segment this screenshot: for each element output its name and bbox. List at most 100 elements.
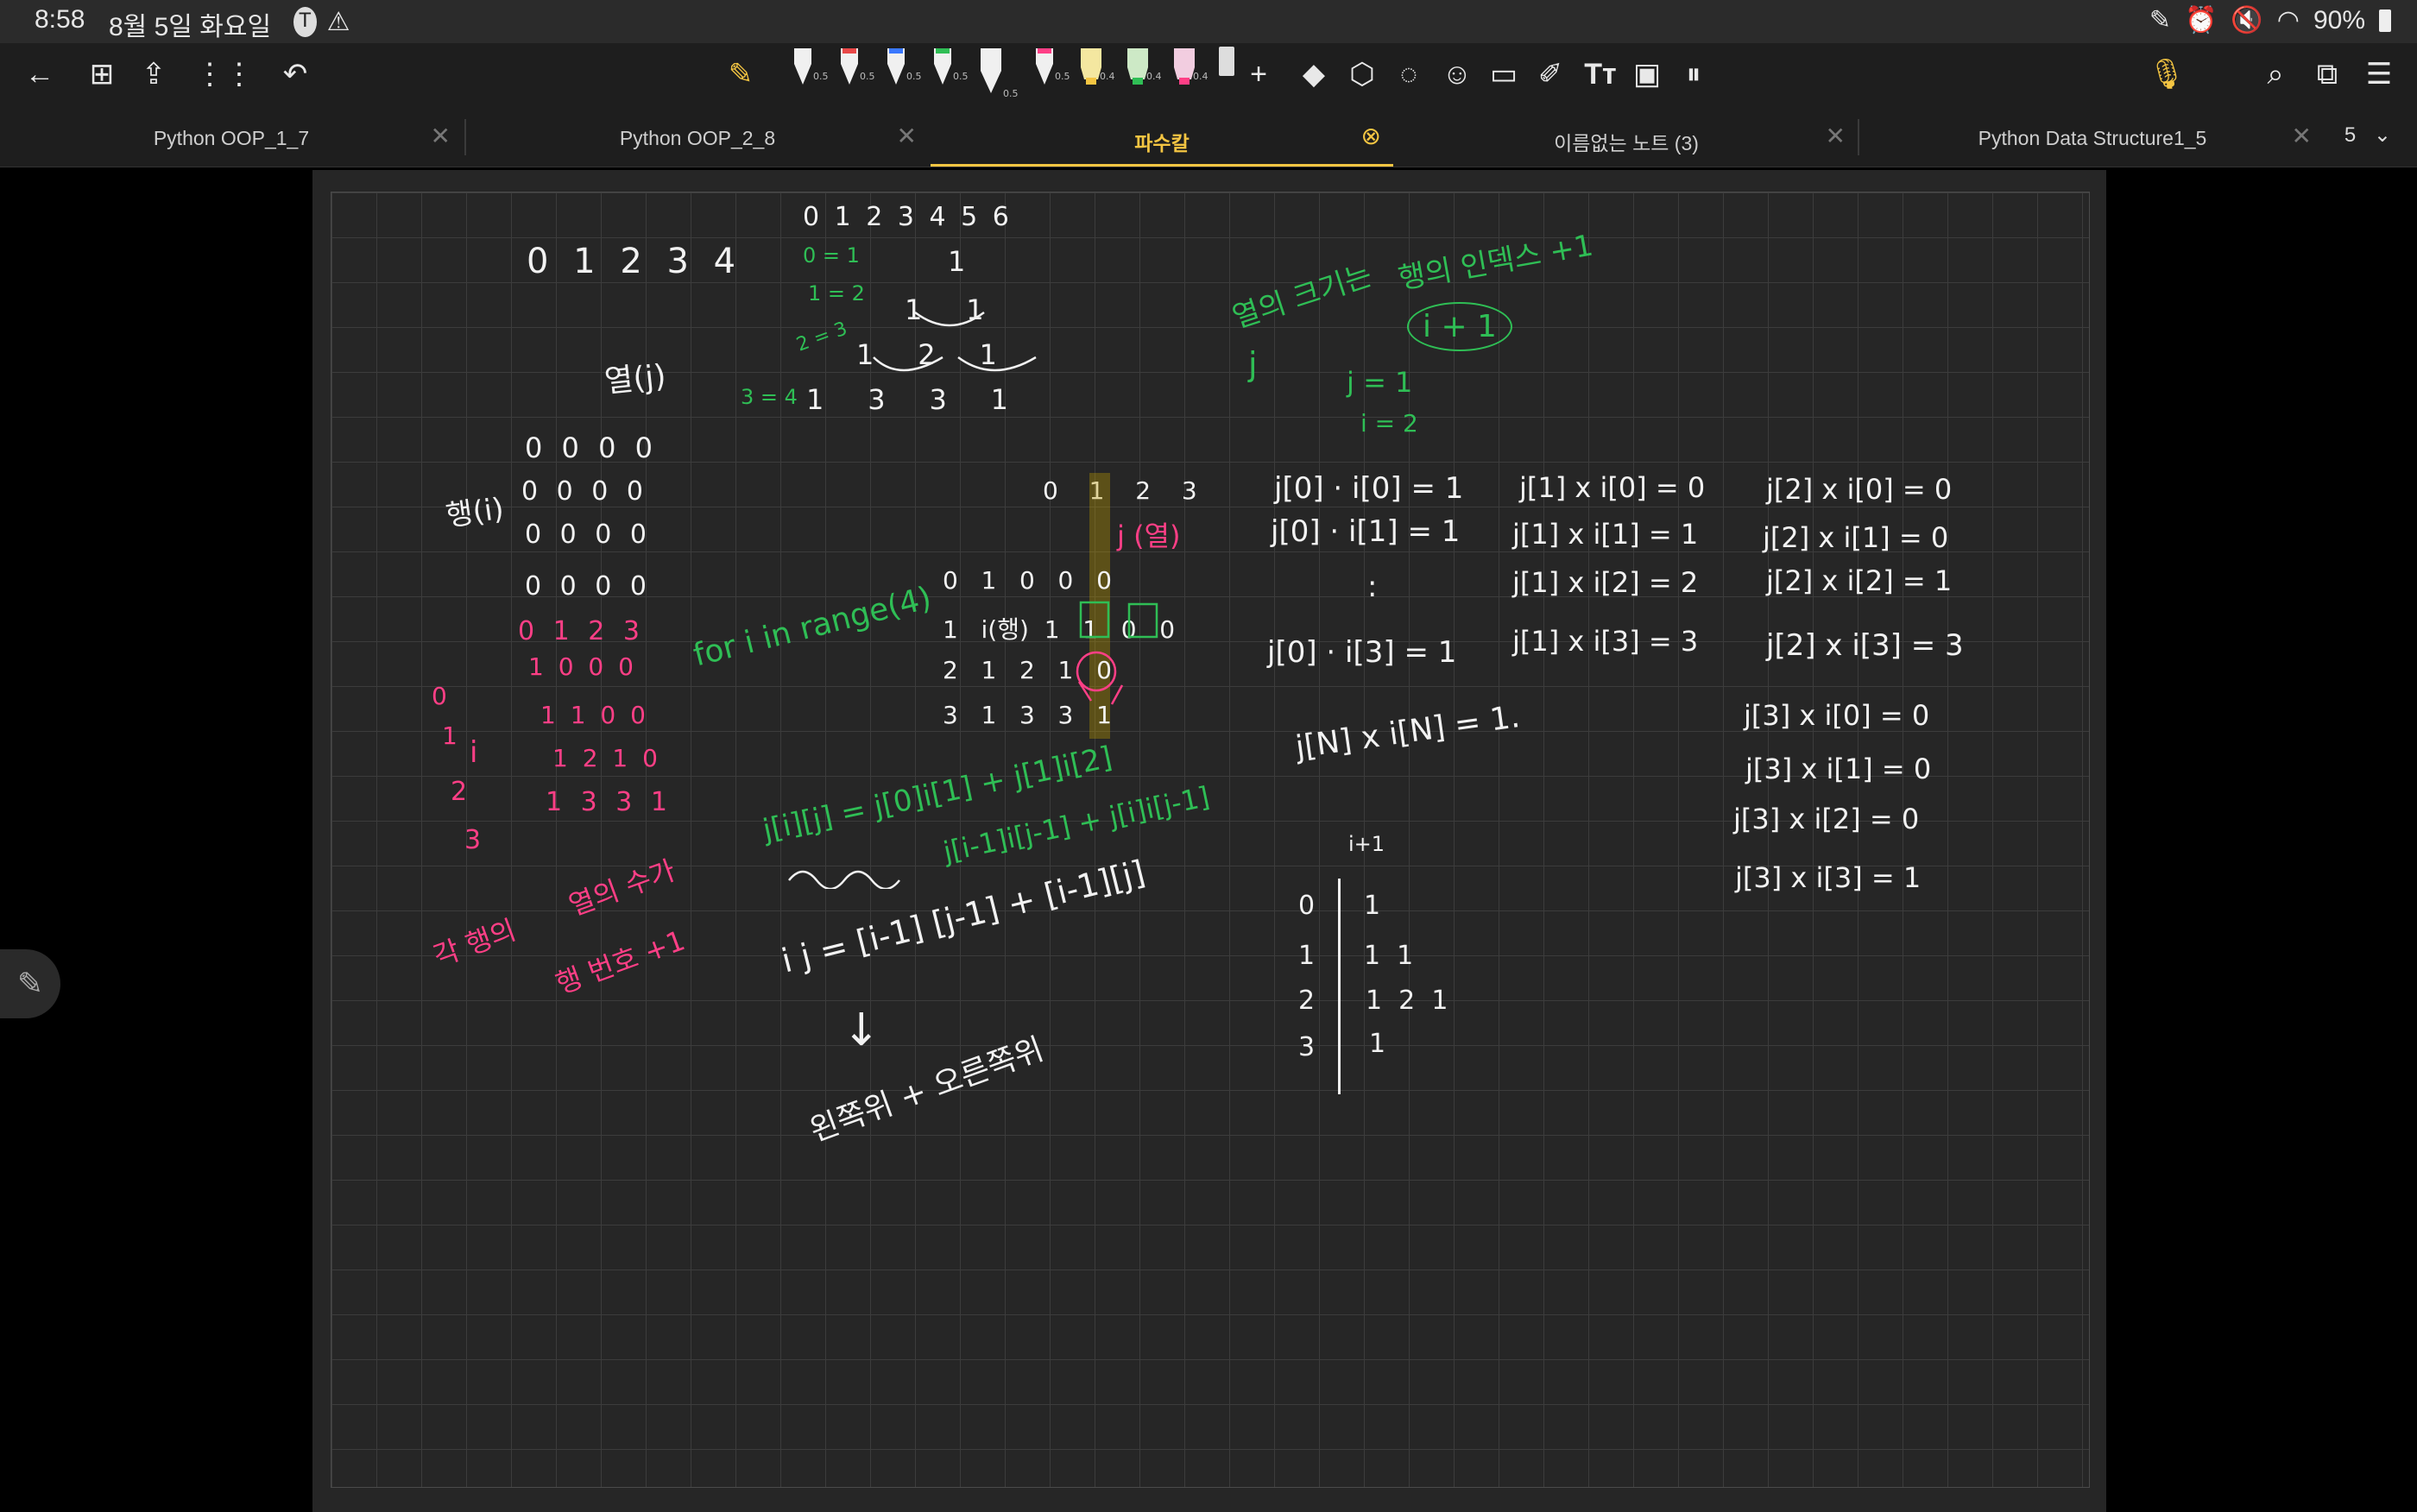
row-label-i: 행(i) (444, 491, 507, 534)
status-time: 8:58 (35, 5, 85, 34)
close-circle-icon[interactable]: ⊗ (1361, 122, 1381, 150)
eq-col1-2: : (1367, 570, 1378, 604)
down-arrow: ↓ (842, 1005, 880, 1056)
status-date: 8월 5일 화요일 (109, 13, 272, 41)
battery-icon (2379, 9, 2391, 32)
table-divider (1338, 879, 1341, 1094)
eq-col4-0: j[3] x i[0] = 0 (1744, 699, 1930, 732)
status-right: ✎ ⏰ 🔇 ◠ 90% (2149, 5, 2391, 35)
pen-size-3: 0.5 (906, 71, 922, 82)
tab-python-oop-2-8[interactable]: Python OOP_2_8 ✕ (466, 108, 929, 167)
pink-col-index: 0 1 2 3 (518, 616, 645, 646)
pink-row-2: 1 2 1 0 (552, 744, 661, 772)
apps-icon[interactable]: ⋮⋮ (195, 55, 254, 93)
microphone-icon[interactable]: 🎙 (2148, 55, 2186, 93)
table-right-2: 1 2 1 (1366, 986, 1448, 1016)
close-icon[interactable]: ✕ (2292, 122, 2312, 150)
pink-side-3: 3 (464, 825, 482, 855)
tab-divider (1858, 119, 1859, 155)
tab-untitled-note-3[interactable]: 이름없는 노트 (3) ✕ (1395, 108, 1858, 167)
menu-icon[interactable]: ☰ (2360, 55, 2398, 93)
text-tool-icon[interactable]: Tт (1581, 55, 1619, 93)
eq-col4-3: j[3] x i[3] = 1 (1735, 861, 1922, 894)
eq-col3-1: j[2] x i[1] = 0 (1763, 521, 1949, 554)
pencil-tool-icon[interactable]: ✎ (722, 55, 760, 93)
edit-pen-button[interactable]: ✎ (0, 949, 60, 1018)
pen-size-6: 0.5 (1055, 71, 1070, 82)
pink-side-1: 1 (442, 721, 458, 750)
grid-view-icon[interactable]: ⊞ (83, 55, 121, 93)
comment-icon[interactable]: ▭ (1485, 55, 1523, 93)
zero-row-0: 0 0 0 0 (525, 432, 658, 464)
green-i2: i = 2 (1360, 409, 1418, 438)
col-label-j: 열(j) (603, 358, 668, 400)
tab-python-data-structure[interactable]: Python Data Structure1_5 ✕ (1861, 108, 2324, 167)
pink-side-0: 0 (432, 682, 447, 710)
eq-col2-2: j[1] x i[2] = 2 (1512, 566, 1699, 599)
tab-python-oop-1-7[interactable]: Python OOP_1_7 ✕ (0, 108, 463, 167)
page-view-icon[interactable]: ⧉ (2308, 55, 2346, 93)
pink-side-2: 2 (451, 777, 468, 807)
sticker-icon[interactable]: ☺ (1438, 55, 1476, 93)
warning-icon: ⚠ (326, 8, 350, 36)
pen-size-5: 0.5 (1003, 88, 1019, 99)
grid-paper[interactable] (331, 192, 2090, 1488)
tab-count-dropdown[interactable]: 5 ⌄ (2344, 123, 2391, 148)
tab-pascal-active[interactable]: 파수칼 ⊗ (931, 108, 1393, 167)
green-eq-1: 1 = 2 (808, 281, 865, 306)
table-left-0: 0 (1298, 891, 1316, 921)
undo-icon[interactable]: ↶ (276, 55, 314, 93)
green-j1: j = 1 (1347, 366, 1413, 399)
eq-col2-3: j[1] x i[3] = 3 (1512, 625, 1699, 658)
eq-col3-2: j[2] x i[2] = 1 (1766, 564, 1953, 597)
back-icon[interactable]: ← (21, 55, 59, 93)
column-index: 0 1 2 3 4 5 6 (803, 202, 1013, 232)
table-right-3: 1 (1369, 1029, 1386, 1059)
talk-icon: T (293, 7, 317, 37)
alarm-icon: ⏰ (2185, 6, 2218, 35)
highlighter-icon[interactable]: ✐ (1531, 55, 1569, 93)
mid-row-0: 0 1 0 0 0 (943, 566, 1112, 595)
eq-col1-3: j[0] · i[3] = 1 (1267, 635, 1457, 670)
eq-col4-2: j[3] x i[2] = 0 (1733, 803, 1920, 835)
tab-label: 이름없는 노트 (3) (1554, 132, 1699, 154)
eq-col2-1: j[1] x i[1] = 1 (1512, 518, 1699, 551)
image-icon[interactable]: ▣ (1628, 55, 1666, 93)
eq-col3-0: j[2] x i[0] = 0 (1766, 473, 1953, 506)
green-eq-3: 3 = 4 (741, 385, 798, 409)
table-head: i+1 (1348, 832, 1385, 856)
eq-col3-3: j[2] x i[3] = 3 (1766, 628, 1964, 663)
table-right-0: 1 (1364, 891, 1381, 921)
triangle-row-0: 1 (948, 245, 966, 278)
close-icon[interactable]: ✕ (1826, 122, 1846, 150)
close-icon[interactable]: ✕ (431, 122, 451, 150)
eq-col4-1: j[3] x i[1] = 0 (1745, 753, 1932, 785)
add-pen-icon[interactable]: + (1240, 55, 1278, 93)
lasso-icon[interactable]: ◌ (1390, 55, 1428, 93)
mid-matrix-header: 0 1 2 3 (1043, 476, 1202, 505)
zero-row-3: 0 0 0 0 (525, 571, 652, 602)
eraser-icon[interactable]: ◆ (1295, 55, 1333, 93)
j-yeol-label: j (열) (1117, 520, 1181, 552)
share-icon[interactable]: ⇪ (135, 55, 173, 93)
more-tools-icon[interactable]: ⏸ (1675, 55, 1713, 93)
status-notification-icons: T ⚠ (293, 7, 350, 37)
triangle-connectors (873, 311, 1037, 372)
top-index: 0 1 2 3 4 (527, 242, 743, 281)
shape-icon[interactable]: ⬡ (1343, 55, 1381, 93)
tab-label: Python OOP_2_8 (619, 127, 776, 149)
pen-icon: ✎ (16, 966, 44, 1001)
pen-palette[interactable]: 0.5 0.5 0.5 0.5 0.5 0.5 0.4 0.4 0.4 (786, 45, 1252, 104)
eq-col1-0: j[0] · i[0] = 1 (1274, 471, 1464, 506)
pink-row-0: 1 0 0 0 (528, 652, 637, 681)
wifi-icon: ◠ (2276, 6, 2300, 35)
close-icon[interactable]: ✕ (897, 122, 917, 150)
tab-count: 5 (2344, 123, 2357, 147)
chevron-down-icon: ⌄ (2373, 123, 2391, 147)
tab-label: 파수칼 (1134, 132, 1190, 154)
search-icon[interactable]: ⌕ (2256, 55, 2294, 93)
pen-status-icon: ✎ (2149, 6, 2172, 35)
table-left-1: 1 (1298, 941, 1316, 971)
battery-level: 90% (2313, 5, 2365, 35)
green-squiggle (788, 870, 900, 889)
